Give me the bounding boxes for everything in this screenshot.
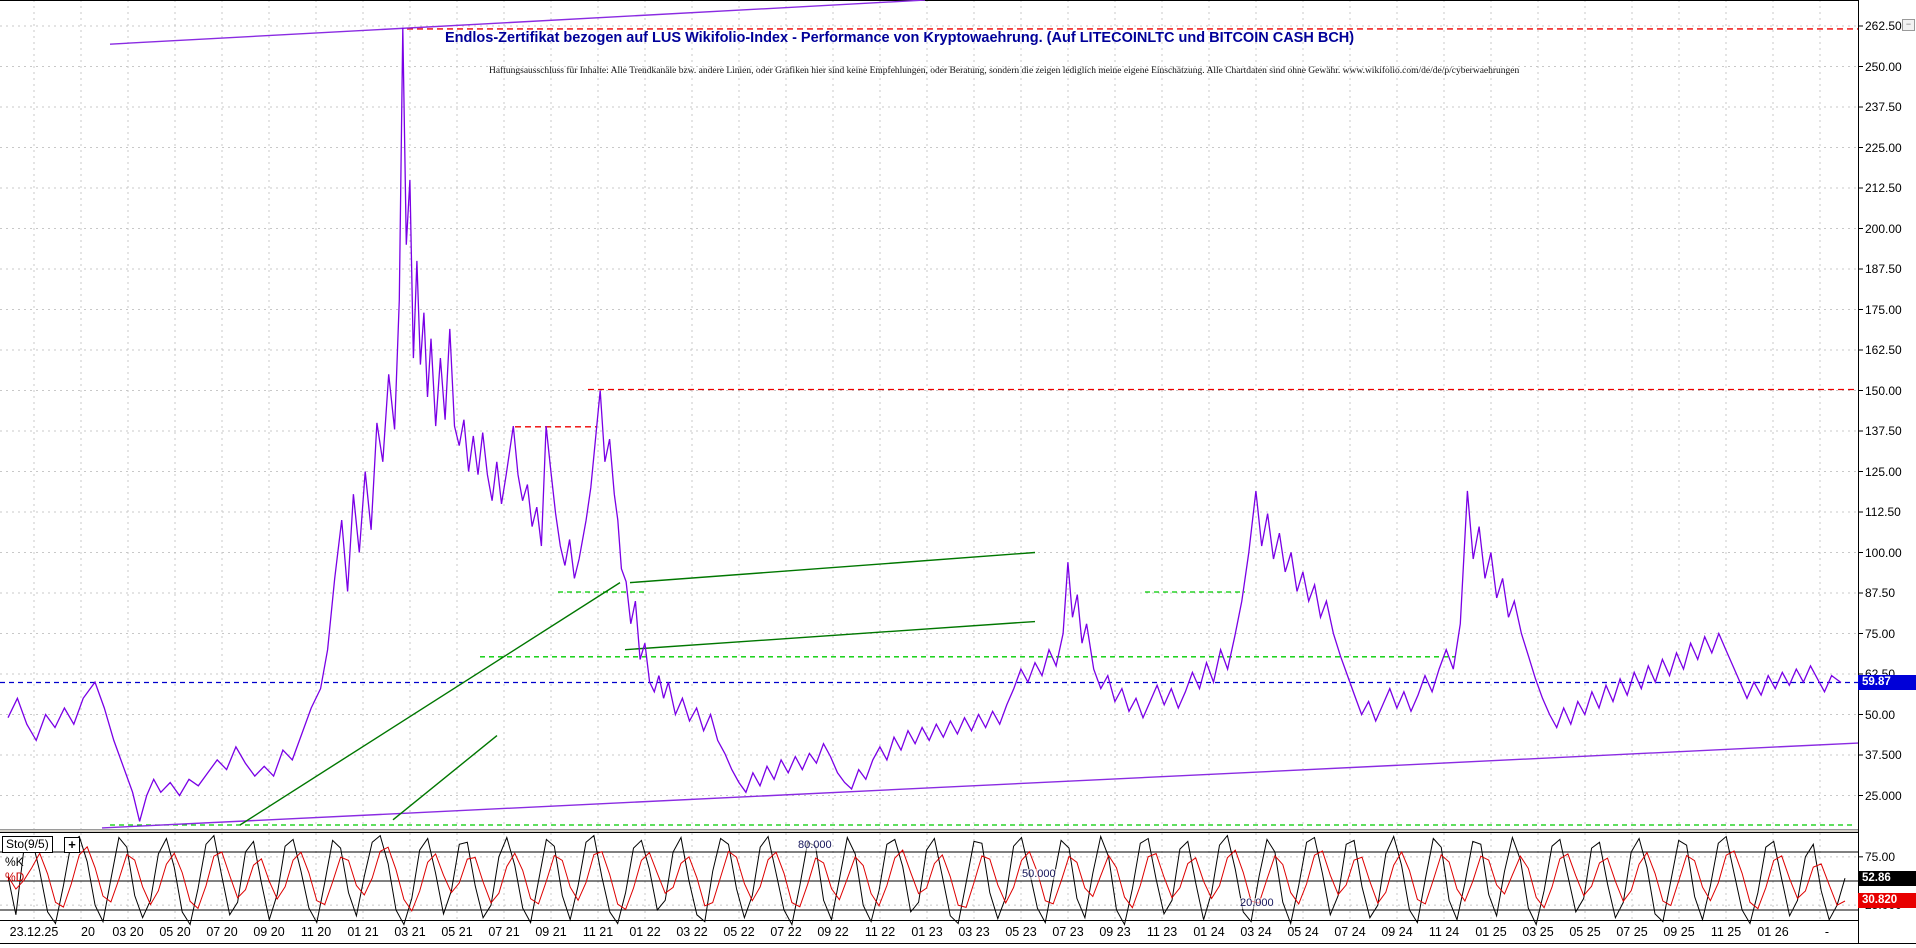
add-indicator-icon[interactable]: +	[64, 837, 80, 853]
x-axis-label: 07 23	[1052, 925, 1084, 939]
x-axis-label: 09 20	[253, 925, 285, 939]
x-axis-label: 09 24	[1381, 925, 1413, 939]
x-axis-label: 11 24	[1428, 925, 1460, 939]
indicator-label-box[interactable]: Sto(9/5)	[2, 836, 53, 853]
stoch-level-label: 20.000	[1240, 897, 1274, 909]
x-axis-label: 09 22	[817, 925, 849, 939]
x-axis-label: 01 26	[1757, 925, 1789, 939]
y-axis-label: 75.00	[1865, 626, 1896, 641]
x-axis-label: 07 22	[770, 925, 802, 939]
stoch-d-badge: 30.820	[1858, 892, 1916, 908]
chart-window: Endlos-Zertifikat bezogen auf LUS Wikifo…	[0, 0, 1916, 948]
y-axis-label: 175.00	[1865, 302, 1902, 317]
y-axis-label: 50.00	[1865, 707, 1896, 722]
x-axis-label: 07 24	[1334, 925, 1366, 939]
y-axis-label: 162.50	[1865, 343, 1902, 357]
stoch-axis-label: 75.00	[1865, 849, 1896, 864]
x-axis-label: 07 25	[1616, 925, 1648, 939]
y-axis-label: 100.00	[1865, 545, 1902, 560]
x-axis-label: 03 23	[958, 925, 990, 939]
x-axis-label: 01 22	[629, 925, 661, 939]
x-axis-label: 11 22	[864, 925, 896, 939]
x-axis-label: 07 20	[206, 925, 238, 939]
y-axis-label: 25.000	[1865, 788, 1902, 803]
x-axis-label: 01 21	[347, 925, 379, 939]
stoch-level-label: 80.000	[798, 839, 832, 851]
x-axis-label: 05 25	[1569, 925, 1601, 939]
x-axis-label: 05 24	[1287, 925, 1319, 939]
x-axis-label: 03 21	[394, 925, 426, 939]
page-title: Endlos-Zertifikat bezogen auf LUS Wikifo…	[445, 30, 1355, 46]
x-axis-label: 09 21	[535, 925, 567, 939]
y-axis-label: 187.50	[1865, 262, 1902, 276]
y-axis-label: 137.50	[1865, 424, 1902, 438]
stoch-level-label: 50.000	[1022, 868, 1056, 880]
stoch-d-label: %D	[5, 870, 25, 884]
x-axis-label: 07 21	[488, 925, 520, 939]
x-axis-label: 09 25	[1663, 925, 1695, 939]
indicator-name: Sto(9/5)	[6, 837, 49, 851]
stoch-k-badge: 52.86	[1858, 871, 1916, 887]
x-axis-label: 03 22	[676, 925, 708, 939]
collapse-axis-icon[interactable]: −	[1902, 19, 1915, 31]
y-axis-label: 112.50	[1865, 505, 1901, 519]
x-axis-label: 11 25	[1710, 925, 1742, 939]
x-axis-label: 05 21	[441, 925, 473, 939]
x-axis-label: 01 23	[911, 925, 943, 939]
x-axis-label: 05 22	[723, 925, 755, 939]
x-axis-label: 03 24	[1240, 925, 1272, 939]
x-axis-label: 01 24	[1193, 925, 1225, 939]
price-line	[7, 27, 1842, 822]
y-axis-label: 262.50	[1865, 19, 1902, 33]
x-axis-label: 03 20	[112, 925, 144, 939]
chart-plot-area[interactable]	[0, 0, 1916, 948]
chart-disclaimer: Haftungsausschluss für Inhalte: Alle Tre…	[489, 66, 1520, 76]
y-axis-label: 87.50	[1865, 586, 1896, 600]
y-axis-label: 200.00	[1865, 221, 1902, 236]
x-axis-label: -	[1824, 925, 1830, 939]
y-axis-label: 225.00	[1865, 140, 1902, 155]
x-axis-label: 01 25	[1475, 925, 1507, 939]
y-axis-label: 250.00	[1865, 59, 1902, 74]
y-axis-label: 37.500	[1865, 748, 1902, 762]
x-axis-label: 23.12.25	[9, 925, 59, 939]
y-axis-label: 125.00	[1865, 464, 1902, 479]
x-axis-label: 11 21	[582, 925, 614, 939]
y-axis-label: 150.00	[1865, 383, 1902, 398]
x-axis-label: 05 23	[1005, 925, 1037, 939]
y-axis-label: 212.50	[1865, 181, 1902, 195]
last-price-badge: 59.87	[1858, 674, 1916, 690]
y-axis-label: 237.50	[1865, 100, 1902, 114]
x-axis-label: 11 20	[300, 925, 332, 939]
x-axis-label: 09 23	[1099, 925, 1131, 939]
x-axis-label: 05 20	[159, 925, 191, 939]
stoch-k-label: %K	[5, 855, 24, 869]
x-axis-label: 11 23	[1146, 925, 1178, 939]
x-axis-label: 03 25	[1522, 925, 1554, 939]
x-axis-label: 20	[81, 925, 95, 939]
